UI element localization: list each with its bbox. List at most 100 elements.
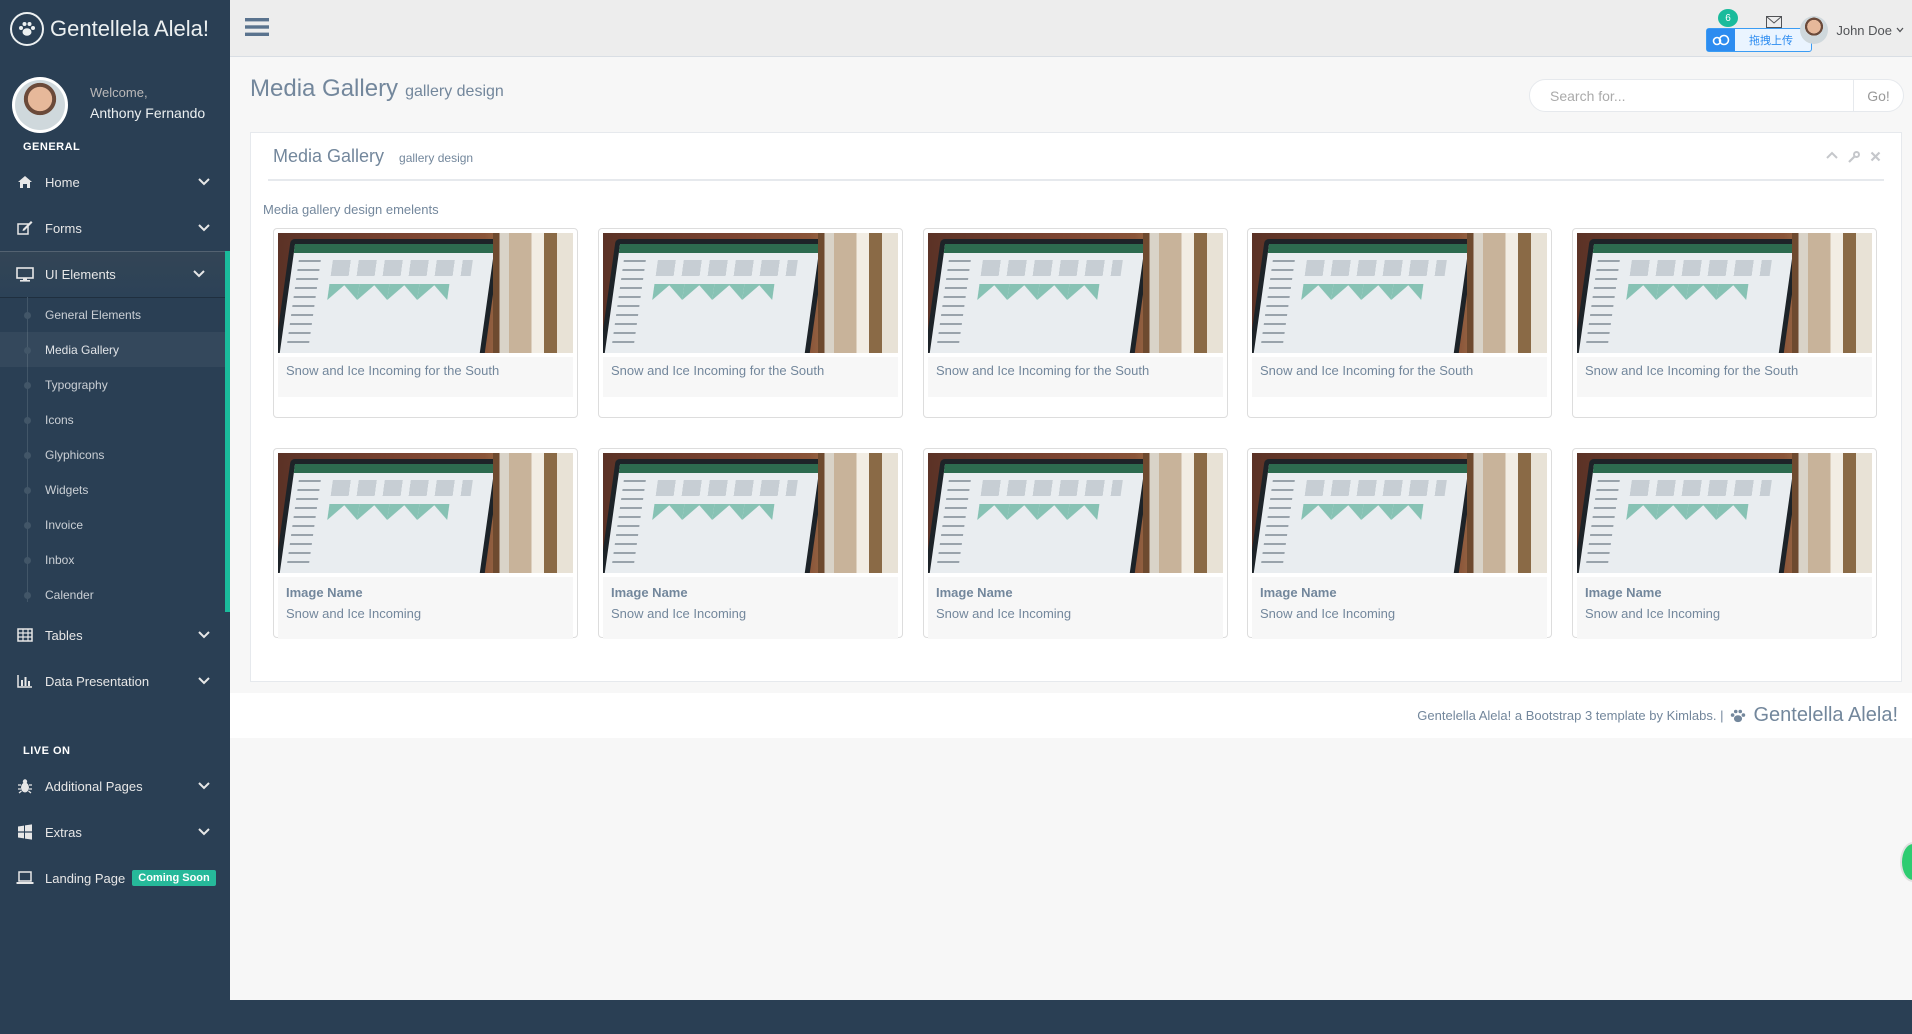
edit-icon	[15, 221, 35, 235]
sidebar-item-extras[interactable]: Extras	[0, 809, 230, 855]
chevron-down-icon	[198, 673, 210, 688]
thumbnail-caption: Image Name Snow and Ice Incoming	[1252, 577, 1547, 639]
brand[interactable]: Gentellela Alela!	[0, 0, 230, 57]
mail-count-badge: 6	[1718, 9, 1738, 27]
page-title-text: Media Gallery	[250, 75, 399, 102]
chevron-down-icon	[198, 627, 210, 642]
thumbnail-caption: Image Name Snow and Ice Incoming	[1577, 577, 1872, 639]
home-icon	[15, 175, 35, 189]
footer-brand-name: Gentelella Alela!	[1753, 704, 1898, 726]
page-subtitle: gallery design	[405, 83, 504, 100]
desktop-icon	[15, 266, 35, 282]
submenu-item-icons[interactable]: Icons	[0, 402, 225, 437]
image-name: Image Name	[936, 585, 1013, 600]
gallery-panel: Media Gallery gallery design Media galle…	[250, 132, 1902, 682]
submenu-item-glyphicons[interactable]: Glyphicons	[0, 437, 225, 472]
go-button[interactable]: Go!	[1854, 79, 1904, 112]
cloud-icon	[1707, 29, 1735, 51]
panel-tools	[1826, 151, 1881, 163]
sidebar-item-home[interactable]: Home	[0, 159, 230, 205]
chevron-down-icon	[1896, 27, 1904, 33]
image-caption: Snow and Ice Incoming	[1260, 606, 1396, 621]
image-caption: Snow and Ice Incoming	[936, 606, 1072, 621]
gallery-thumbnail[interactable]: Snow and Ice Incoming for the South	[273, 228, 578, 418]
gallery-thumbnail[interactable]: Snow and Ice Incoming for the South	[1247, 228, 1552, 418]
thumbnail-image	[278, 453, 573, 573]
gallery-thumbnail[interactable]: Image Name Snow and Ice Incoming	[1247, 448, 1552, 639]
menu-section-live: LIVE ON	[23, 745, 71, 757]
brand-name: Gentellela Alela!	[50, 15, 209, 41]
sidebar-item-label: Additional Pages	[45, 778, 143, 794]
footer-brand[interactable]: Gentelella Alela!	[1728, 704, 1898, 727]
user-menu[interactable]: John Doe	[1800, 16, 1904, 44]
sidebar-item-ui-elements[interactable]: UI Elements	[0, 251, 230, 297]
panel-subtitle: gallery design	[399, 151, 474, 165]
laptop-icon	[15, 871, 35, 885]
menu-section-general: GENERAL	[23, 141, 81, 153]
gallery-thumbnail[interactable]: Image Name Snow and Ice Incoming	[598, 448, 903, 639]
sidebar-item-landing-page[interactable]: Landing Page Coming Soon	[0, 855, 230, 901]
gallery-thumbnail[interactable]: Snow and Ice Incoming for the South	[598, 228, 903, 418]
sidebar-item-label: Home	[45, 174, 80, 190]
thumbnail-caption: Image Name Snow and Ice Incoming	[928, 577, 1223, 639]
ui-elements-submenu: General Elements Media Gallery Typograph…	[0, 297, 230, 612]
paw-icon	[1728, 707, 1748, 725]
image-name: Image Name	[286, 585, 363, 600]
submenu-item-calender[interactable]: Calender	[0, 577, 225, 612]
submenu-item-inbox[interactable]: Inbox	[0, 542, 225, 577]
sidebar-item-label: Landing Page	[45, 870, 126, 886]
wrench-icon[interactable]	[1848, 151, 1860, 163]
sidebar-item-additional-pages[interactable]: Additional Pages	[0, 763, 230, 809]
table-icon	[15, 628, 35, 642]
upload-button[interactable]: 拖拽上传	[1706, 28, 1812, 52]
submenu-item-media-gallery[interactable]: Media Gallery	[0, 332, 225, 367]
gallery-thumbnail[interactable]: Snow and Ice Incoming for the South	[923, 228, 1228, 418]
search-input[interactable]	[1529, 79, 1854, 112]
submenu-item-invoice[interactable]: Invoice	[0, 507, 225, 542]
profile-name: Anthony Fernando	[90, 105, 206, 121]
paw-icon	[10, 11, 44, 46]
thumbnail-image	[928, 453, 1223, 573]
image-caption: Snow and Ice Incoming	[286, 606, 422, 621]
sidebar-item-tables[interactable]: Tables	[0, 612, 230, 658]
gallery-thumbnail[interactable]: Image Name Snow and Ice Incoming	[273, 448, 578, 639]
sidebar-item-data-presentation[interactable]: Data Presentation	[0, 658, 230, 704]
chevron-down-icon	[198, 778, 210, 793]
close-icon[interactable]	[1870, 151, 1881, 163]
submenu-item-general-elements[interactable]: General Elements	[0, 297, 225, 332]
panel-header: Media Gallery gallery design	[268, 133, 1884, 181]
upload-label: 拖拽上传	[1749, 35, 1793, 47]
content-filler	[230, 738, 1912, 1000]
bar-chart-icon	[15, 674, 35, 688]
profile: Welcome, Anthony Fernando	[0, 57, 230, 137]
thumbnail-image	[928, 233, 1223, 353]
panel-description: Media gallery design emelents	[263, 202, 439, 217]
welcome-text: Welcome,	[90, 85, 148, 100]
gallery-thumbnail[interactable]: Image Name Snow and Ice Incoming	[1572, 448, 1877, 639]
thumbnail-image	[1577, 453, 1872, 573]
footer: Gentelella Alela! a Bootstrap 3 template…	[230, 693, 1912, 738]
image-name: Image Name	[1585, 585, 1662, 600]
image-name: Image Name	[611, 585, 688, 600]
thumbnail-image	[1577, 233, 1872, 353]
thumbnail-caption: Snow and Ice Incoming for the South	[603, 357, 898, 397]
sidebar: Gentellela Alela! Welcome, Anthony Ferna…	[0, 0, 230, 1034]
collapse-icon[interactable]	[1826, 151, 1838, 163]
thumbnail-caption: Image Name Snow and Ice Incoming	[603, 577, 898, 639]
page-title: Media Gallery gallery design	[250, 75, 504, 103]
submenu-item-typography[interactable]: Typography	[0, 367, 225, 402]
image-caption: Snow and Ice Incoming	[611, 606, 747, 621]
thumbnail-image	[603, 453, 898, 573]
image-caption: Snow and Ice Incoming	[1585, 606, 1721, 621]
thumbnail-caption: Snow and Ice Incoming for the South	[1252, 357, 1547, 397]
menu-toggle-icon[interactable]	[245, 17, 269, 40]
submenu-item-widgets[interactable]: Widgets	[0, 472, 225, 507]
panel-title: Media Gallery	[273, 145, 385, 166]
sidebar-item-forms[interactable]: Forms	[0, 205, 230, 251]
gallery-thumbnail[interactable]: Snow and Ice Incoming for the South	[1572, 228, 1877, 418]
image-name: Image Name	[1260, 585, 1337, 600]
chevron-down-icon	[198, 824, 210, 839]
sidebar-item-label: Tables	[45, 627, 83, 643]
gallery-thumbnail[interactable]: Image Name Snow and Ice Incoming	[923, 448, 1228, 639]
chevron-down-icon	[193, 266, 205, 281]
